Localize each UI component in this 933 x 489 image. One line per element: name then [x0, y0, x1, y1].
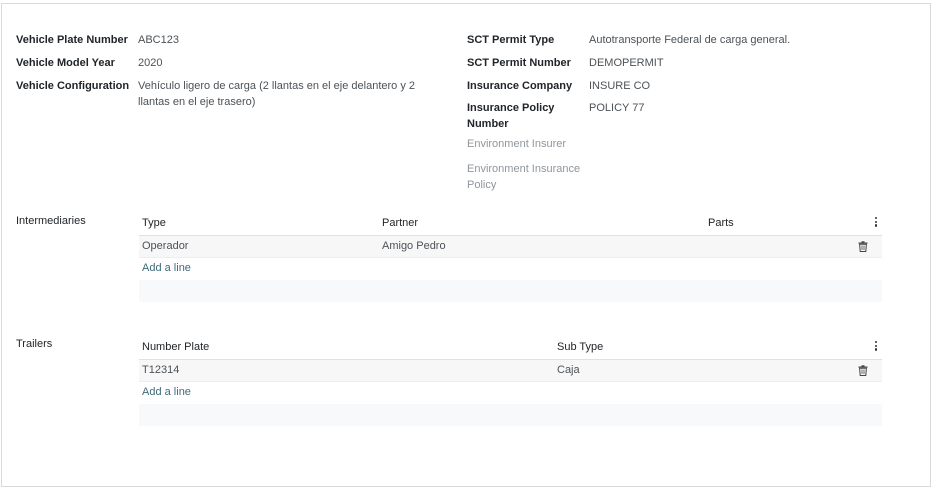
- label-insurance-policy-number: Insurance Policy Number: [467, 100, 554, 132]
- cell-partner[interactable]: Amigo Pedro: [382, 240, 446, 252]
- optional-columns-kebab-icon[interactable]: [873, 217, 879, 229]
- label-trailers: Trailers: [16, 338, 53, 350]
- vehicle-configuration-line-2: llantas en el eje trasero): [138, 96, 256, 108]
- column-header-number-plate[interactable]: Number Plate: [142, 341, 209, 353]
- field-environment-insurance-policy[interactable]: [589, 161, 789, 177]
- table-row[interactable]: T12314 Caja: [139, 360, 882, 382]
- field-environment-insurer[interactable]: [589, 136, 789, 152]
- intermediaries-table: Type Partner Parts Operador Amigo Pedro …: [139, 212, 882, 302]
- label-sct-permit-type: SCT Permit Type: [467, 34, 555, 46]
- label-intermediaries: Intermediaries: [16, 215, 86, 227]
- label-vehicle-configuration: Vehicle Configuration: [16, 80, 130, 92]
- field-vehicle-configuration[interactable]: Vehículo ligero de carga (2 llantas en e…: [138, 78, 428, 110]
- delete-row-trash-icon[interactable]: [858, 241, 868, 252]
- table-empty-row: [139, 280, 882, 302]
- label-insurance-policy-line-1: Insurance Policy: [467, 102, 555, 114]
- table-header: Type Partner Parts: [139, 212, 882, 236]
- add-line-row: Add a line: [139, 382, 882, 404]
- optional-columns-kebab-icon[interactable]: [873, 341, 879, 353]
- label-sct-permit-number: SCT Permit Number: [467, 57, 571, 69]
- column-header-type[interactable]: Type: [142, 217, 166, 229]
- label-environment-insurance-policy: Environment Insurance Policy: [467, 161, 580, 193]
- column-header-sub-type[interactable]: Sub Type: [557, 341, 603, 353]
- cell-number-plate[interactable]: T12314: [142, 364, 179, 376]
- table-header: Number Plate Sub Type: [139, 336, 882, 360]
- label-vehicle-model-year: Vehicle Model Year: [16, 57, 115, 69]
- label-insurance-policy-line-2: Number: [467, 118, 509, 130]
- label-environment-insurer: Environment Insurer: [467, 138, 567, 150]
- trailers-table: Number Plate Sub Type T12314 Caja Add a …: [139, 336, 882, 426]
- label-environment-policy-line-1: Environment Insurance: [467, 163, 581, 175]
- field-insurance-policy-number[interactable]: POLICY 77: [589, 100, 644, 116]
- delete-row-trash-icon[interactable]: [858, 365, 868, 376]
- table-empty-row: [139, 404, 882, 426]
- column-header-parts[interactable]: Parts: [708, 217, 734, 229]
- label-vehicle-plate-number: Vehicle Plate Number: [16, 34, 128, 46]
- add-a-line-link[interactable]: Add a line: [142, 386, 191, 398]
- form-sheet: Vehicle Plate Number ABC123 Vehicle Mode…: [1, 3, 931, 487]
- add-a-line-link[interactable]: Add a line: [142, 262, 191, 274]
- field-vehicle-plate-number[interactable]: ABC123: [138, 32, 179, 48]
- column-header-partner[interactable]: Partner: [382, 217, 418, 229]
- label-insurance-company: Insurance Company: [467, 80, 573, 92]
- add-line-row: Add a line: [139, 258, 882, 280]
- field-sct-permit-number[interactable]: DEMOPERMIT: [589, 55, 664, 71]
- cell-type[interactable]: Operador: [142, 240, 188, 252]
- field-sct-permit-type[interactable]: Autotransporte Federal de carga general.: [589, 32, 790, 48]
- label-environment-policy-line-2: Policy: [467, 179, 497, 191]
- field-vehicle-model-year[interactable]: 2020: [138, 55, 162, 71]
- cell-sub-type[interactable]: Caja: [557, 364, 580, 376]
- field-insurance-company[interactable]: INSURE CO: [589, 78, 650, 94]
- table-row[interactable]: Operador Amigo Pedro: [139, 236, 882, 258]
- vehicle-configuration-line-1: Vehículo ligero de carga (2 llantas en e…: [138, 80, 416, 92]
